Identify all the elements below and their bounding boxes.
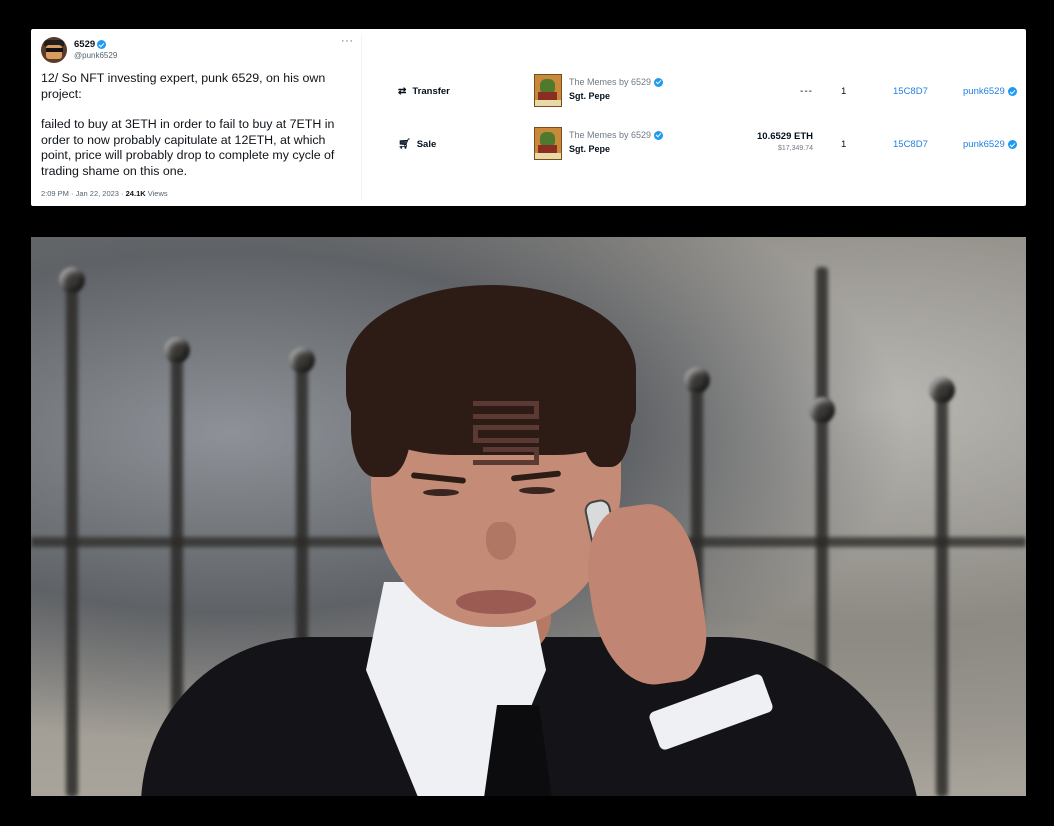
- verified-badge-icon: [1007, 140, 1017, 149]
- tweet-card: 6529 @punk6529 ··· 12/ So NFT investing …: [31, 29, 361, 206]
- collection-link[interactable]: The Memes by 6529: [569, 130, 664, 140]
- from-address[interactable]: 15C8D7: [893, 86, 928, 97]
- more-options-icon[interactable]: ···: [341, 35, 354, 47]
- event-type: 🛒︎ Sale: [398, 139, 436, 150]
- display-name[interactable]: 6529: [74, 39, 95, 50]
- to-address[interactable]: punk6529: [963, 139, 1017, 150]
- to-address[interactable]: punk6529: [963, 86, 1017, 97]
- event-type: ⇄ Transfer: [398, 86, 450, 97]
- to-address-label[interactable]: punk6529: [963, 139, 1005, 150]
- quantity: 1: [841, 139, 847, 150]
- activity-row[interactable]: ⇄ Transfer The Memes by 6529 Sgt. Pepe -…: [391, 74, 1017, 112]
- item-name[interactable]: Sgt. Pepe: [569, 91, 610, 101]
- screenshot-panel: 6529 @punk6529 ··· 12/ So NFT investing …: [31, 29, 1026, 206]
- verified-badge-icon: [654, 130, 664, 140]
- tweet-author[interactable]: 6529: [74, 39, 107, 50]
- tweet-time[interactable]: 2:09 PM · Jan 22, 2023 ·: [41, 189, 126, 198]
- views-label: Views: [145, 189, 168, 198]
- tweet-paragraph: failed to buy at 3ETH in order to fail t…: [41, 117, 335, 178]
- view-count: 24.1K: [125, 189, 146, 198]
- activity-row[interactable]: 🛒︎ Sale The Memes by 6529 Sgt. Pepe 10.6…: [391, 127, 1017, 165]
- nft-thumbnail[interactable]: [534, 74, 562, 107]
- collection-link[interactable]: The Memes by 6529: [569, 77, 664, 87]
- cart-icon: 🛒︎: [398, 139, 411, 150]
- event-type-label: Sale: [416, 139, 437, 150]
- transfer-icon: ⇄: [398, 86, 407, 97]
- price: ---: [800, 86, 813, 97]
- handle[interactable]: @punk6529: [74, 51, 117, 60]
- from-address[interactable]: 15C8D7: [893, 139, 928, 150]
- nft-thumbnail[interactable]: [534, 127, 562, 160]
- verified-badge-icon: [1007, 87, 1017, 96]
- divider: [361, 35, 362, 200]
- tweet-timestamp[interactable]: 2:09 PM · Jan 22, 2023 · 24.1K Views: [41, 189, 168, 198]
- meme-photo: [31, 237, 1026, 796]
- avatar[interactable]: [41, 37, 67, 63]
- verified-badge-icon: [97, 40, 107, 49]
- tweet-paragraph: 12/ So NFT investing expert, punk 6529, …: [41, 71, 326, 101]
- collection-name[interactable]: The Memes by 6529: [569, 130, 651, 140]
- collection-name[interactable]: The Memes by 6529: [569, 77, 651, 87]
- to-address-label[interactable]: punk6529: [963, 86, 1005, 97]
- price: 10.6529 ETH: [757, 131, 813, 142]
- quantity: 1: [841, 86, 847, 97]
- item-name[interactable]: Sgt. Pepe: [569, 144, 610, 154]
- event-type-label: Transfer: [412, 86, 450, 97]
- forehead-logo-icon: [473, 401, 539, 465]
- tweet-body: 12/ So NFT investing expert, punk 6529, …: [41, 71, 359, 195]
- verified-badge-icon: [654, 77, 664, 87]
- price-usd: $17,349.74: [777, 145, 813, 152]
